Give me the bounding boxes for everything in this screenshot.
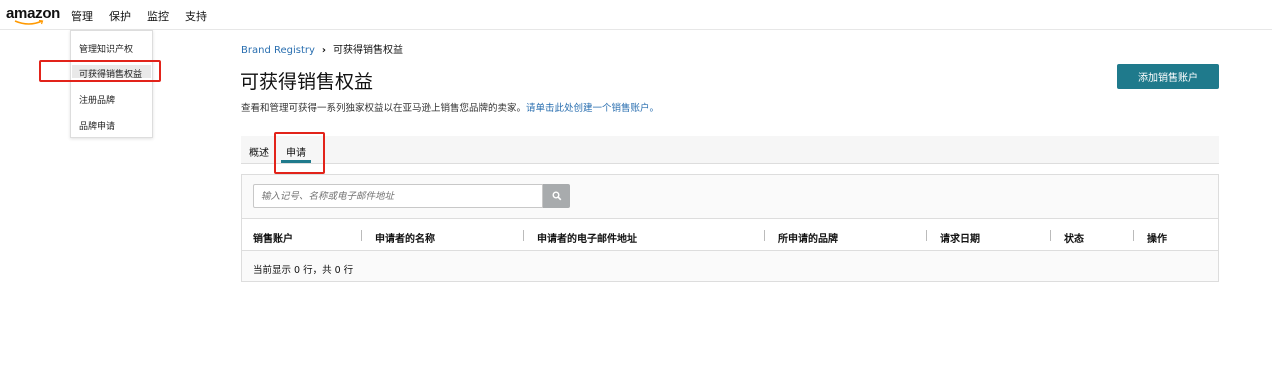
column-header-request-date[interactable]: 请求日期 [940, 230, 980, 245]
manage-dropdown-menu: 管理知识产权 可获得销售权益 注册品牌 品牌申请 [70, 30, 153, 138]
column-divider [523, 230, 524, 241]
tab-bar: 概述 申请 [241, 136, 1219, 164]
menu-item-sales-rights[interactable]: 可获得销售权益 [79, 67, 142, 80]
page-title: 可获得销售权益 [240, 71, 374, 93]
tab-applications[interactable]: 申请 [286, 144, 306, 159]
column-divider [926, 230, 927, 241]
create-account-link[interactable]: 请单击此处创建一个销售账户。 [526, 103, 659, 114]
search-input[interactable] [253, 184, 543, 208]
description-text: 查看和管理可获得一系列独家权益以在亚马逊上销售您品牌的卖家。 [241, 103, 527, 114]
add-sales-account-button[interactable]: 添加销售账户 [1117, 64, 1219, 89]
menu-item-register-brand[interactable]: 注册品牌 [79, 93, 115, 106]
nav-protect[interactable]: 保护 [109, 8, 131, 24]
column-header-sales-account[interactable]: 销售账户 [253, 230, 293, 245]
breadcrumb-root-link[interactable]: Brand Registry [241, 45, 315, 56]
row-count-text: 当前显示 0 行，共 0 行 [253, 265, 354, 276]
nav-monitor[interactable]: 监控 [147, 8, 169, 24]
search-button[interactable] [543, 184, 570, 208]
menu-item-brand-application[interactable]: 品牌申请 [79, 119, 115, 132]
column-divider [1133, 230, 1134, 241]
column-header-applicant-email[interactable]: 申请者的电子邮件地址 [537, 230, 637, 245]
column-divider [361, 230, 362, 241]
column-divider [764, 230, 765, 241]
nav-manage[interactable]: 管理 [71, 8, 93, 32]
column-header-status[interactable]: 状态 [1064, 230, 1084, 245]
tab-overview[interactable]: 概述 [249, 144, 269, 159]
breadcrumb-chevron-icon: › [321, 45, 327, 56]
column-divider [1050, 230, 1051, 241]
column-header-requested-brand[interactable]: 所申请的品牌 [778, 230, 838, 245]
breadcrumb: Brand Registry › 可获得销售权益 [241, 41, 403, 56]
column-header-actions[interactable]: 操作 [1147, 230, 1167, 245]
logo-smile-icon [14, 20, 44, 25]
column-header-applicant-name[interactable]: 申请者的名称 [375, 230, 435, 245]
nav-support[interactable]: 支持 [185, 8, 207, 24]
top-nav: amazon 管理 保护 监控 支持 [0, 0, 1272, 32]
menu-item-manage-ip[interactable]: 管理知识产权 [79, 42, 133, 55]
active-tab-indicator [281, 160, 311, 163]
page-description: 查看和管理可获得一系列独家权益以在亚马逊上销售您品牌的卖家。请单击此处创建一个销… [241, 100, 659, 114]
applications-panel: 销售账户 申请者的名称 申请者的电子邮件地址 所申请的品牌 请求日期 状态 操作… [241, 174, 1219, 282]
search-icon [552, 191, 561, 201]
breadcrumb-current: 可获得销售权益 [333, 45, 404, 56]
table-header: 销售账户 申请者的名称 申请者的电子邮件地址 所申请的品牌 请求日期 状态 操作 [242, 218, 1218, 251]
